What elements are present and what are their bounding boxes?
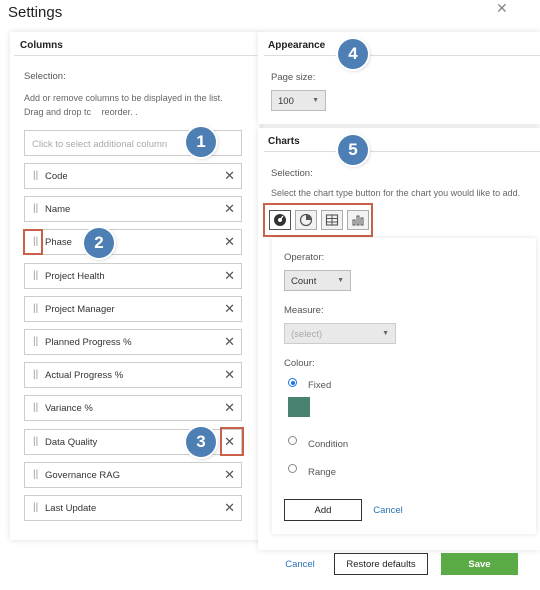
close-icon[interactable]: ✕: [496, 0, 508, 17]
remove-column-icon[interactable]: ✕: [224, 467, 235, 483]
charts-header: Charts: [268, 136, 300, 147]
operator-select[interactable]: Count ▼: [284, 270, 351, 291]
charts-divider: [264, 151, 540, 152]
column-item[interactable]: || Project Manager ✕: [24, 296, 242, 322]
dialog-title: Settings: [8, 4, 63, 21]
bar-chart-button[interactable]: [347, 210, 369, 230]
remove-column-icon[interactable]: ✕: [224, 301, 235, 317]
chart-type-buttons: [263, 203, 373, 237]
columns-divider: [14, 55, 258, 56]
column-item-label: Actual Progress %: [45, 370, 124, 381]
column-item[interactable]: || Phase ✕: [24, 229, 242, 255]
range-radio[interactable]: [288, 464, 297, 473]
operator-label: Operator:: [284, 252, 325, 263]
pie-chart-button[interactable]: [295, 210, 317, 230]
drag-handle-icon[interactable]: ||: [33, 469, 38, 480]
charts-description: Select the chart type button for the cha…: [271, 188, 521, 198]
charts-selection-label: Selection:: [271, 168, 313, 179]
column-item[interactable]: || Planned Progress % ✕: [24, 329, 242, 355]
column-item-label: Phase: [45, 237, 72, 248]
remove-column-icon[interactable]: ✕: [224, 334, 235, 350]
column-item[interactable]: || Code ✕: [24, 163, 242, 189]
operator-value: Count: [291, 276, 317, 287]
callout-1: 1: [186, 127, 216, 157]
cancel-button[interactable]: Cancel: [279, 553, 321, 575]
colour-label: Colour:: [284, 358, 315, 369]
column-item-label: Governance RAG: [45, 470, 120, 481]
page-size-select[interactable]: 100 ▼: [271, 90, 326, 111]
bar-chart-icon: [352, 215, 364, 226]
table-chart-button[interactable]: [321, 210, 343, 230]
column-item[interactable]: || Variance % ✕: [24, 395, 242, 421]
measure-select[interactable]: (select) ▼: [284, 323, 396, 344]
drag-handle-icon[interactable]: ||: [33, 203, 38, 214]
appearance-header: Appearance: [268, 40, 326, 51]
drag-handle-icon[interactable]: ||: [33, 369, 38, 380]
columns-description: Add or remove columns to be displayed in…: [24, 93, 223, 117]
column-item[interactable]: || Governance RAG ✕: [24, 462, 242, 488]
save-button[interactable]: Save: [441, 553, 518, 575]
measure-label: Measure:: [284, 305, 324, 316]
page-size-value: 100: [278, 96, 294, 107]
fixed-label: Fixed: [308, 380, 332, 391]
drag-handle-icon[interactable]: ||: [33, 402, 38, 413]
remove-column-icon[interactable]: ✕: [224, 367, 235, 383]
fixed-radio[interactable]: [288, 378, 297, 387]
restore-defaults-button[interactable]: Restore defaults: [334, 553, 428, 575]
column-item-label: Planned Progress %: [45, 337, 132, 348]
callout-3: 3: [186, 427, 216, 457]
column-item-label: Variance %: [45, 403, 93, 414]
drag-handle-icon[interactable]: ||: [33, 336, 38, 347]
columns-selection-label: Selection:: [24, 71, 66, 82]
gauge-icon: [274, 214, 286, 226]
column-item[interactable]: || Last Update ✕: [24, 495, 242, 521]
range-label: Range: [308, 467, 336, 478]
remove-column-icon[interactable]: ✕: [224, 201, 235, 217]
add-chart-button[interactable]: Add: [284, 499, 362, 521]
appearance-divider: [264, 55, 540, 56]
columns-header: Columns: [20, 40, 63, 51]
cancel-chart-button[interactable]: Cancel: [366, 499, 410, 521]
remove-column-icon[interactable]: ✕: [224, 234, 235, 250]
drag-handle-highlight: [23, 229, 43, 255]
drag-handle-icon[interactable]: ||: [33, 270, 38, 281]
drag-handle-icon[interactable]: ||: [33, 502, 38, 513]
page-size-label: Page size:: [271, 72, 316, 83]
callout-5: 5: [338, 135, 368, 165]
callout-2: 2: [84, 228, 114, 258]
remove-column-icon[interactable]: ✕: [224, 268, 235, 284]
column-item-label: Data Quality: [45, 437, 98, 448]
column-item-label: Project Manager: [45, 304, 115, 315]
column-item[interactable]: || Name ✕: [24, 196, 242, 222]
condition-radio[interactable]: [288, 436, 297, 445]
column-item[interactable]: || Project Health ✕: [24, 263, 242, 289]
grid-icon: [325, 214, 339, 226]
column-item-label: Last Update: [45, 503, 97, 514]
remove-column-icon[interactable]: ✕: [224, 168, 235, 184]
column-item[interactable]: || Actual Progress % ✕: [24, 362, 242, 388]
drag-handle-icon[interactable]: ||: [33, 303, 38, 314]
remove-column-icon[interactable]: ✕: [224, 400, 235, 416]
chevron-down-icon: ▼: [382, 330, 389, 337]
column-item-label: Name: [45, 204, 71, 215]
column-item-label: Code: [45, 171, 68, 182]
measure-value: (select): [291, 329, 323, 340]
remove-button-highlight: [220, 427, 244, 456]
remove-column-icon[interactable]: ✕: [224, 500, 235, 516]
column-item-label: Project Health: [45, 271, 105, 282]
fixed-colour-swatch[interactable]: [288, 397, 310, 417]
gauge-chart-button[interactable]: [269, 210, 291, 230]
condition-label: Condition: [308, 439, 349, 450]
chevron-down-icon: ▼: [337, 277, 344, 284]
pie-chart-icon: [299, 213, 313, 227]
drag-handle-icon[interactable]: ||: [33, 436, 38, 447]
callout-4: 4: [338, 39, 368, 69]
drag-handle-icon[interactable]: ||: [33, 170, 38, 181]
chevron-down-icon: ▼: [312, 97, 319, 104]
